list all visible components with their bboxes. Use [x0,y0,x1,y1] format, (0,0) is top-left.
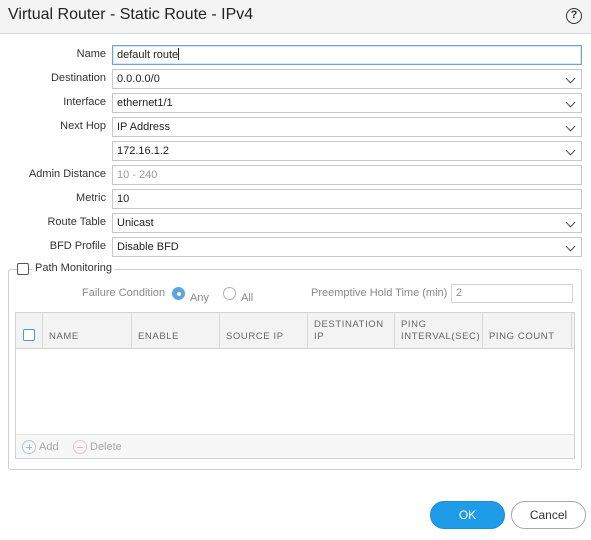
metric-field[interactable]: 10 [112,189,582,209]
interface-value: ethernet1/1 [117,97,173,109]
chevron-down-icon [565,145,576,156]
dialog-titlebar: Virtual Router - Static Route - IPv4 ? [0,0,591,34]
failure-condition-label: Failure Condition [82,287,166,299]
radio-any[interactable] [172,287,185,300]
radio-any-label: Any [190,292,209,304]
route-table-select[interactable]: Unicast [112,213,582,233]
monitor-table: NAME ENABLE SOURCE IP DESTINATION IP PIN… [15,312,575,459]
admin-distance-label: Admin Distance [28,168,106,180]
metric-value: 10 [117,193,130,205]
add-icon[interactable] [22,440,36,454]
chevron-down-icon [565,217,576,228]
chevron-down-icon [565,97,576,108]
next-hop-address-select[interactable]: 172.16.1.2 [112,141,582,161]
destination-value: 0.0.0.0/0 [117,73,160,85]
metric-label: Metric [76,192,106,204]
destination-label: Destination [50,72,106,84]
bfd-profile-select[interactable]: Disable BFD [112,237,582,257]
delete-button[interactable]: Delete [90,441,122,453]
preemptive-hold-label: Preemptive Hold Time (min) [311,287,448,299]
destination-select[interactable]: 0.0.0.0/0 [112,69,582,89]
admin-distance-field[interactable]: 10 - 240 [112,165,582,185]
help-icon[interactable]: ? [566,8,582,24]
col-ping-count[interactable]: PING COUNT [483,313,572,349]
dialog-title: Virtual Router - Static Route - IPv4 [8,6,254,23]
path-monitoring-label: Path Monitoring [33,262,115,274]
chevron-down-icon [565,73,576,84]
table-footer: Add Delete [16,434,574,458]
preemptive-hold-value: 2 [456,287,463,299]
cancel-button[interactable]: Cancel [511,501,586,529]
col-name[interactable]: NAME [43,313,132,349]
interface-select[interactable]: ethernet1/1 [112,93,582,113]
chevron-down-icon [565,241,576,252]
interface-label: Interface [63,96,106,108]
radio-all[interactable] [223,287,236,300]
route-table-value: Unicast [117,217,154,229]
path-monitoring-checkbox[interactable] [17,263,29,275]
bfd-profile-value: Disable BFD [117,241,179,253]
col-source-ip[interactable]: SOURCE IP [220,313,308,349]
chevron-down-icon [565,121,576,132]
delete-icon[interactable] [73,440,87,454]
admin-distance-placeholder: 10 - 240 [117,169,158,181]
name-label: Name [76,48,106,60]
add-button[interactable]: Add [39,441,59,453]
next-hop-type-value: IP Address [117,121,170,133]
next-hop-label: Next Hop [60,120,106,132]
text-cursor [178,48,180,60]
col-destination-ip[interactable]: DESTINATION IP [308,313,395,349]
bfd-profile-label: BFD Profile [49,240,106,252]
select-all-cell [16,313,43,349]
col-enable[interactable]: ENABLE [132,313,220,349]
preemptive-hold-field[interactable]: 2 [451,284,573,303]
next-hop-address-value: 172.16.1.2 [117,145,169,157]
radio-all-label: All [241,292,254,304]
ok-button[interactable]: OK [430,501,505,529]
name-value: default route [117,49,179,61]
table-header: NAME ENABLE SOURCE IP DESTINATION IP PIN… [16,313,574,349]
name-field[interactable]: default route [112,45,582,65]
col-ping-interval[interactable]: PING INTERVAL(SEC) [395,313,483,349]
next-hop-type-select[interactable]: IP Address [112,117,582,137]
route-table-label: Route Table [47,216,106,228]
select-all-checkbox[interactable] [23,329,35,341]
